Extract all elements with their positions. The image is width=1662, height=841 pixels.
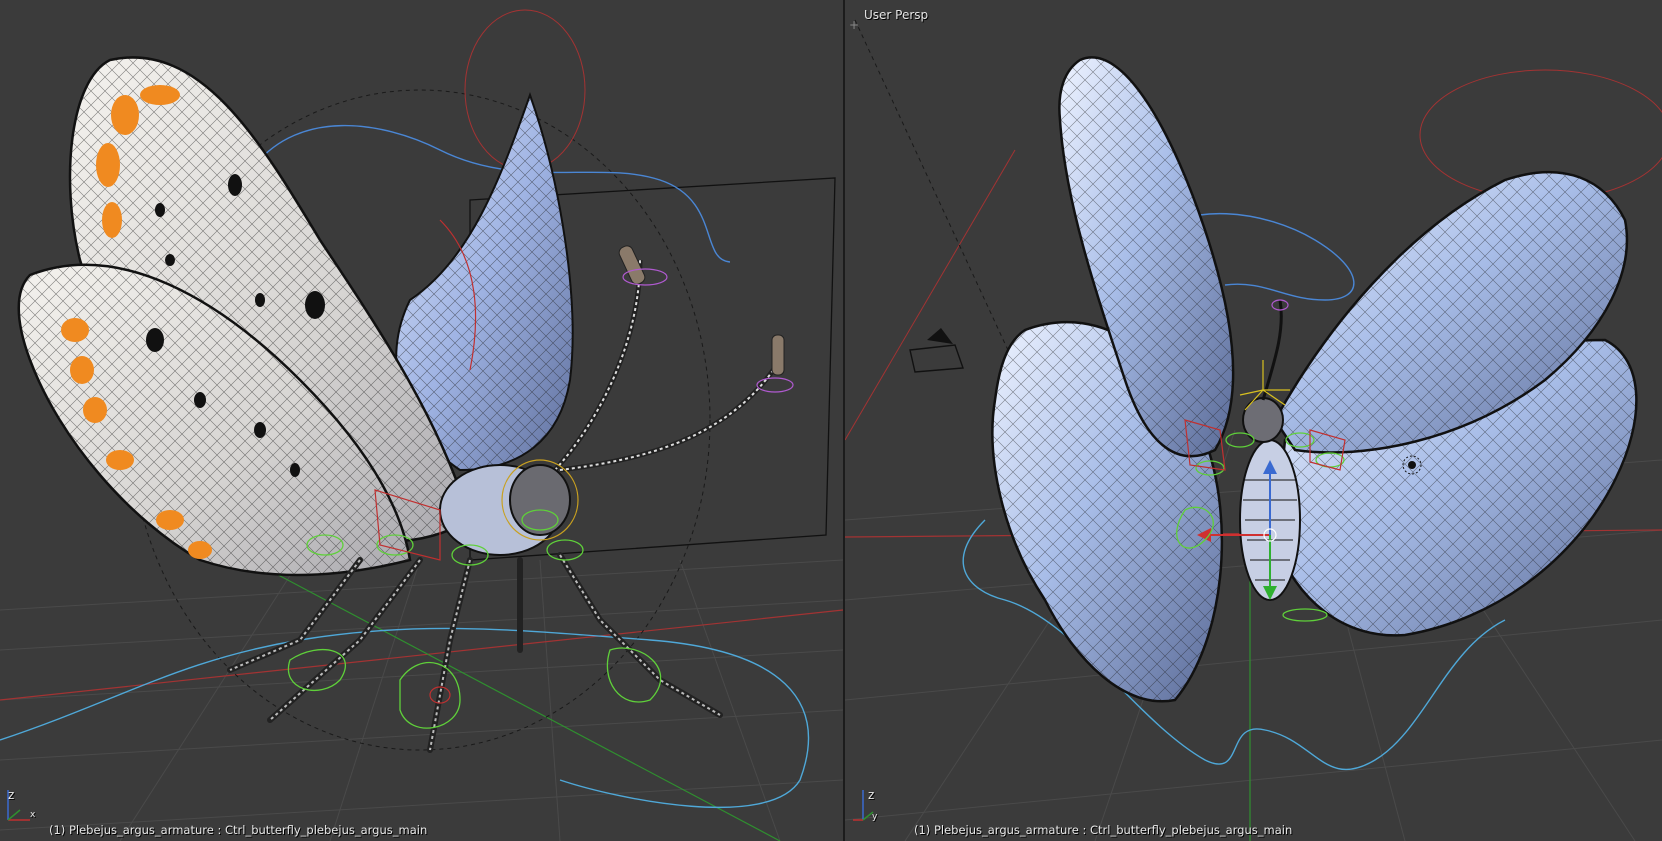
grid-floor <box>0 559 843 841</box>
camera-object <box>909 328 964 373</box>
status-object-right: (1) Plebejus_argus_armature : Ctrl_butte… <box>914 823 1293 837</box>
x-axis-line <box>0 609 843 701</box>
antenna-club-2 <box>771 334 785 376</box>
pivot-dot <box>1408 461 1416 469</box>
butterfly-head <box>509 464 571 536</box>
view-name-label: User Persp <box>864 8 929 22</box>
scene-left <box>0 9 843 841</box>
plus-icon[interactable]: + <box>847 18 861 32</box>
axis-label-z: z <box>8 788 15 802</box>
viewport-left[interactable]: z x (1) Plebejus_argus_armature : Ctrl_b… <box>0 0 843 841</box>
axis-label-y-right: y <box>872 812 878 822</box>
antenna-right <box>1261 299 1283 401</box>
status-object-left: (1) Plebejus_argus_armature : Ctrl_butte… <box>49 823 428 837</box>
viewport-right[interactable]: + User Persp z y (1) Plebejus_argus_arma… <box>845 0 1662 841</box>
axis-label-z-right: z <box>868 788 875 802</box>
axis-label-x: x <box>30 810 36 820</box>
butterfly-head-right <box>1242 397 1284 443</box>
scene-right <box>845 19 1662 841</box>
